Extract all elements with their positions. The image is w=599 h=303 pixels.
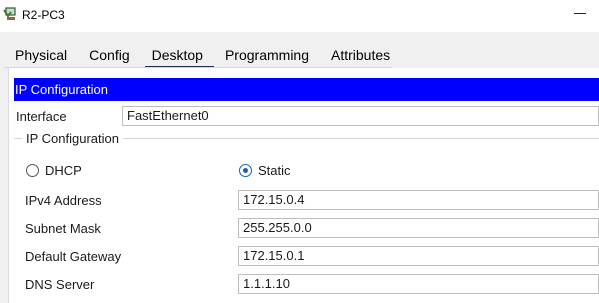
desktop-panel <box>8 68 599 303</box>
window-titlebar: R2-PC3 <box>0 0 599 32</box>
default-gateway-label: Default Gateway <box>25 249 122 264</box>
tab-attributes[interactable]: Attributes <box>320 44 401 68</box>
tab-desktop[interactable]: Desktop <box>141 44 215 69</box>
ip-config-header: IP Configuration <box>14 78 599 101</box>
minimize-icon[interactable] <box>574 13 586 14</box>
subnet-mask-input[interactable]: 255.255.0.0 <box>238 218 599 238</box>
dns-server-input[interactable]: 1.1.1.10 <box>238 274 599 294</box>
tab-bar: Physical Config Desktop Programming Attr… <box>4 44 401 69</box>
ipv4-address-label: IPv4 Address <box>25 193 102 208</box>
subnet-mask-label: Subnet Mask <box>25 221 101 236</box>
tab-physical[interactable]: Physical <box>4 44 78 68</box>
dhcp-radio[interactable] <box>26 164 39 177</box>
group-label: IP Configuration <box>22 131 123 146</box>
tab-programming[interactable]: Programming <box>214 44 320 68</box>
static-radio[interactable] <box>239 164 252 177</box>
interface-label: Interface <box>16 109 67 124</box>
interface-select[interactable]: FastEthernet0 <box>122 106 599 126</box>
window-title: R2-PC3 <box>22 8 65 22</box>
dhcp-label: DHCP <box>45 163 82 178</box>
dns-server-label: DNS Server <box>25 277 95 292</box>
static-label: Static <box>258 163 291 178</box>
default-gateway-input[interactable]: 172.15.0.1 <box>238 246 599 266</box>
pc-device-icon <box>3 7 16 20</box>
ipv4-address-input[interactable]: 172.15.0.4 <box>238 190 599 210</box>
tab-config[interactable]: Config <box>78 44 140 68</box>
